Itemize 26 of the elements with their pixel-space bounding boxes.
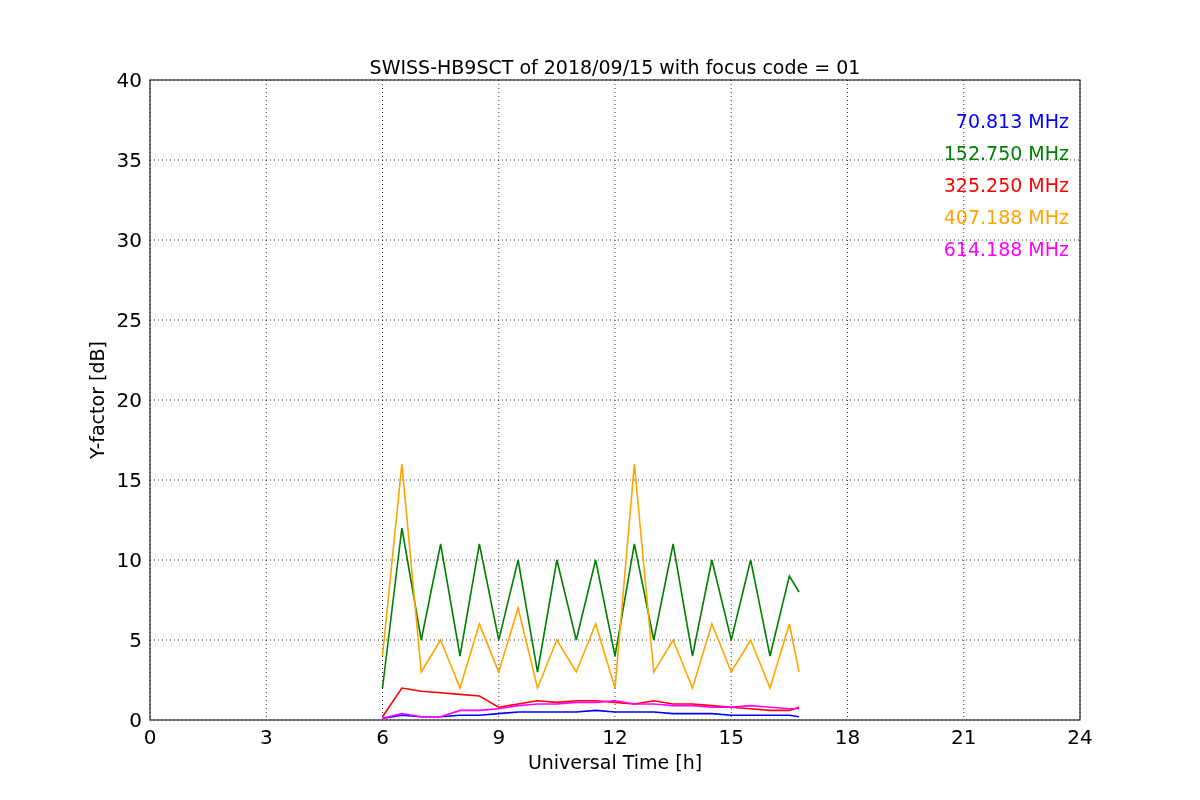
y-tick-label: 0 (129, 708, 142, 732)
x-tick-label: 9 (492, 725, 506, 749)
y-tick-label: 35 (116, 148, 142, 172)
y-tick-label: 10 (116, 548, 142, 572)
y-axis-label: Y-factor [dB] (86, 341, 108, 459)
y-tick-label: 5 (129, 628, 142, 652)
x-tick-label: 6 (376, 725, 389, 749)
chart-title: SWISS-HB9SCT of 2018/09/15 with focus code = 01 (369, 56, 861, 78)
x-tick-label: 18 (834, 725, 861, 749)
y-tick-label: 20 (116, 388, 142, 412)
x-tick-label: 21 (951, 725, 977, 749)
legend-label: 70.813 MHz (955, 110, 1069, 132)
x-tick-label: 12 (602, 725, 628, 749)
x-tick-label: 3 (259, 725, 273, 749)
x-tick-label: 0 (143, 725, 157, 749)
x-tick-label: 24 (1067, 725, 1093, 749)
x-tick-label: 15 (718, 725, 744, 749)
y-tick-label: 15 (116, 468, 142, 492)
legend-label: 407.188 MHz (943, 206, 1069, 228)
y-tick-label: 40 (116, 68, 142, 92)
x-axis-label: Universal Time [h] (527, 751, 703, 773)
legend-label: 152.750 MHz (943, 142, 1069, 164)
legend-label: 325.250 MHz (943, 174, 1069, 196)
y-tick-label: 30 (116, 228, 142, 252)
legend-label: 614.188 MHz (943, 238, 1069, 260)
y-tick-label: 25 (116, 308, 142, 332)
